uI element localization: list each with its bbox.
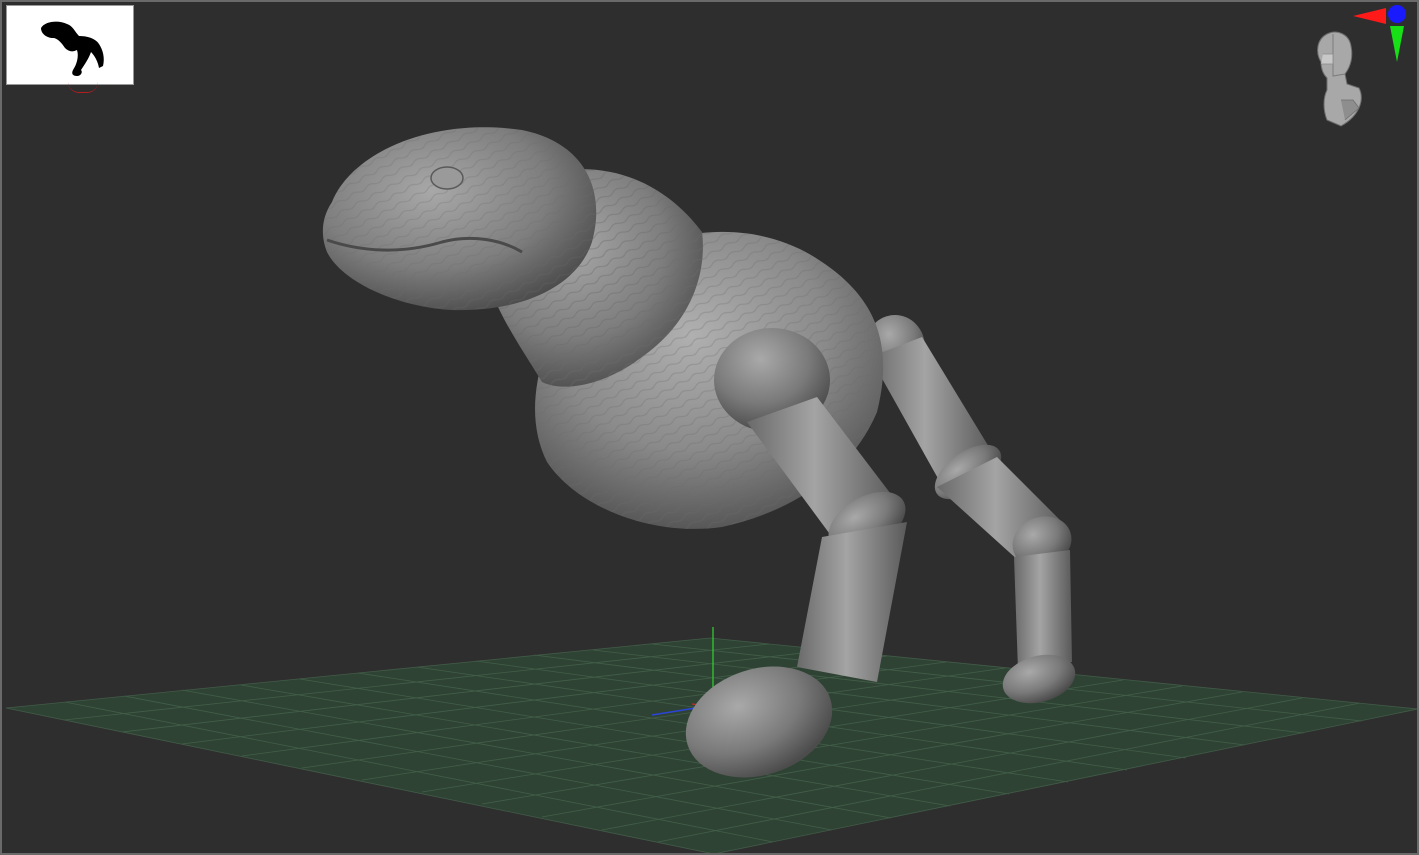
y-axis-arrow[interactable] bbox=[1390, 26, 1404, 62]
navigator-thumbnail[interactable] bbox=[6, 5, 134, 85]
z-axis-ball[interactable] bbox=[1388, 5, 1406, 23]
creature-silhouette-icon bbox=[41, 21, 104, 77]
eye bbox=[430, 166, 464, 190]
3d-viewport[interactable] bbox=[0, 0, 1419, 855]
scene-canvas[interactable] bbox=[2, 2, 1419, 855]
head[interactable] bbox=[322, 127, 597, 311]
orientation-gizmo[interactable] bbox=[1293, 4, 1413, 134]
head-orientation-icon[interactable] bbox=[1317, 31, 1362, 127]
x-axis-arrow[interactable] bbox=[1353, 8, 1386, 24]
